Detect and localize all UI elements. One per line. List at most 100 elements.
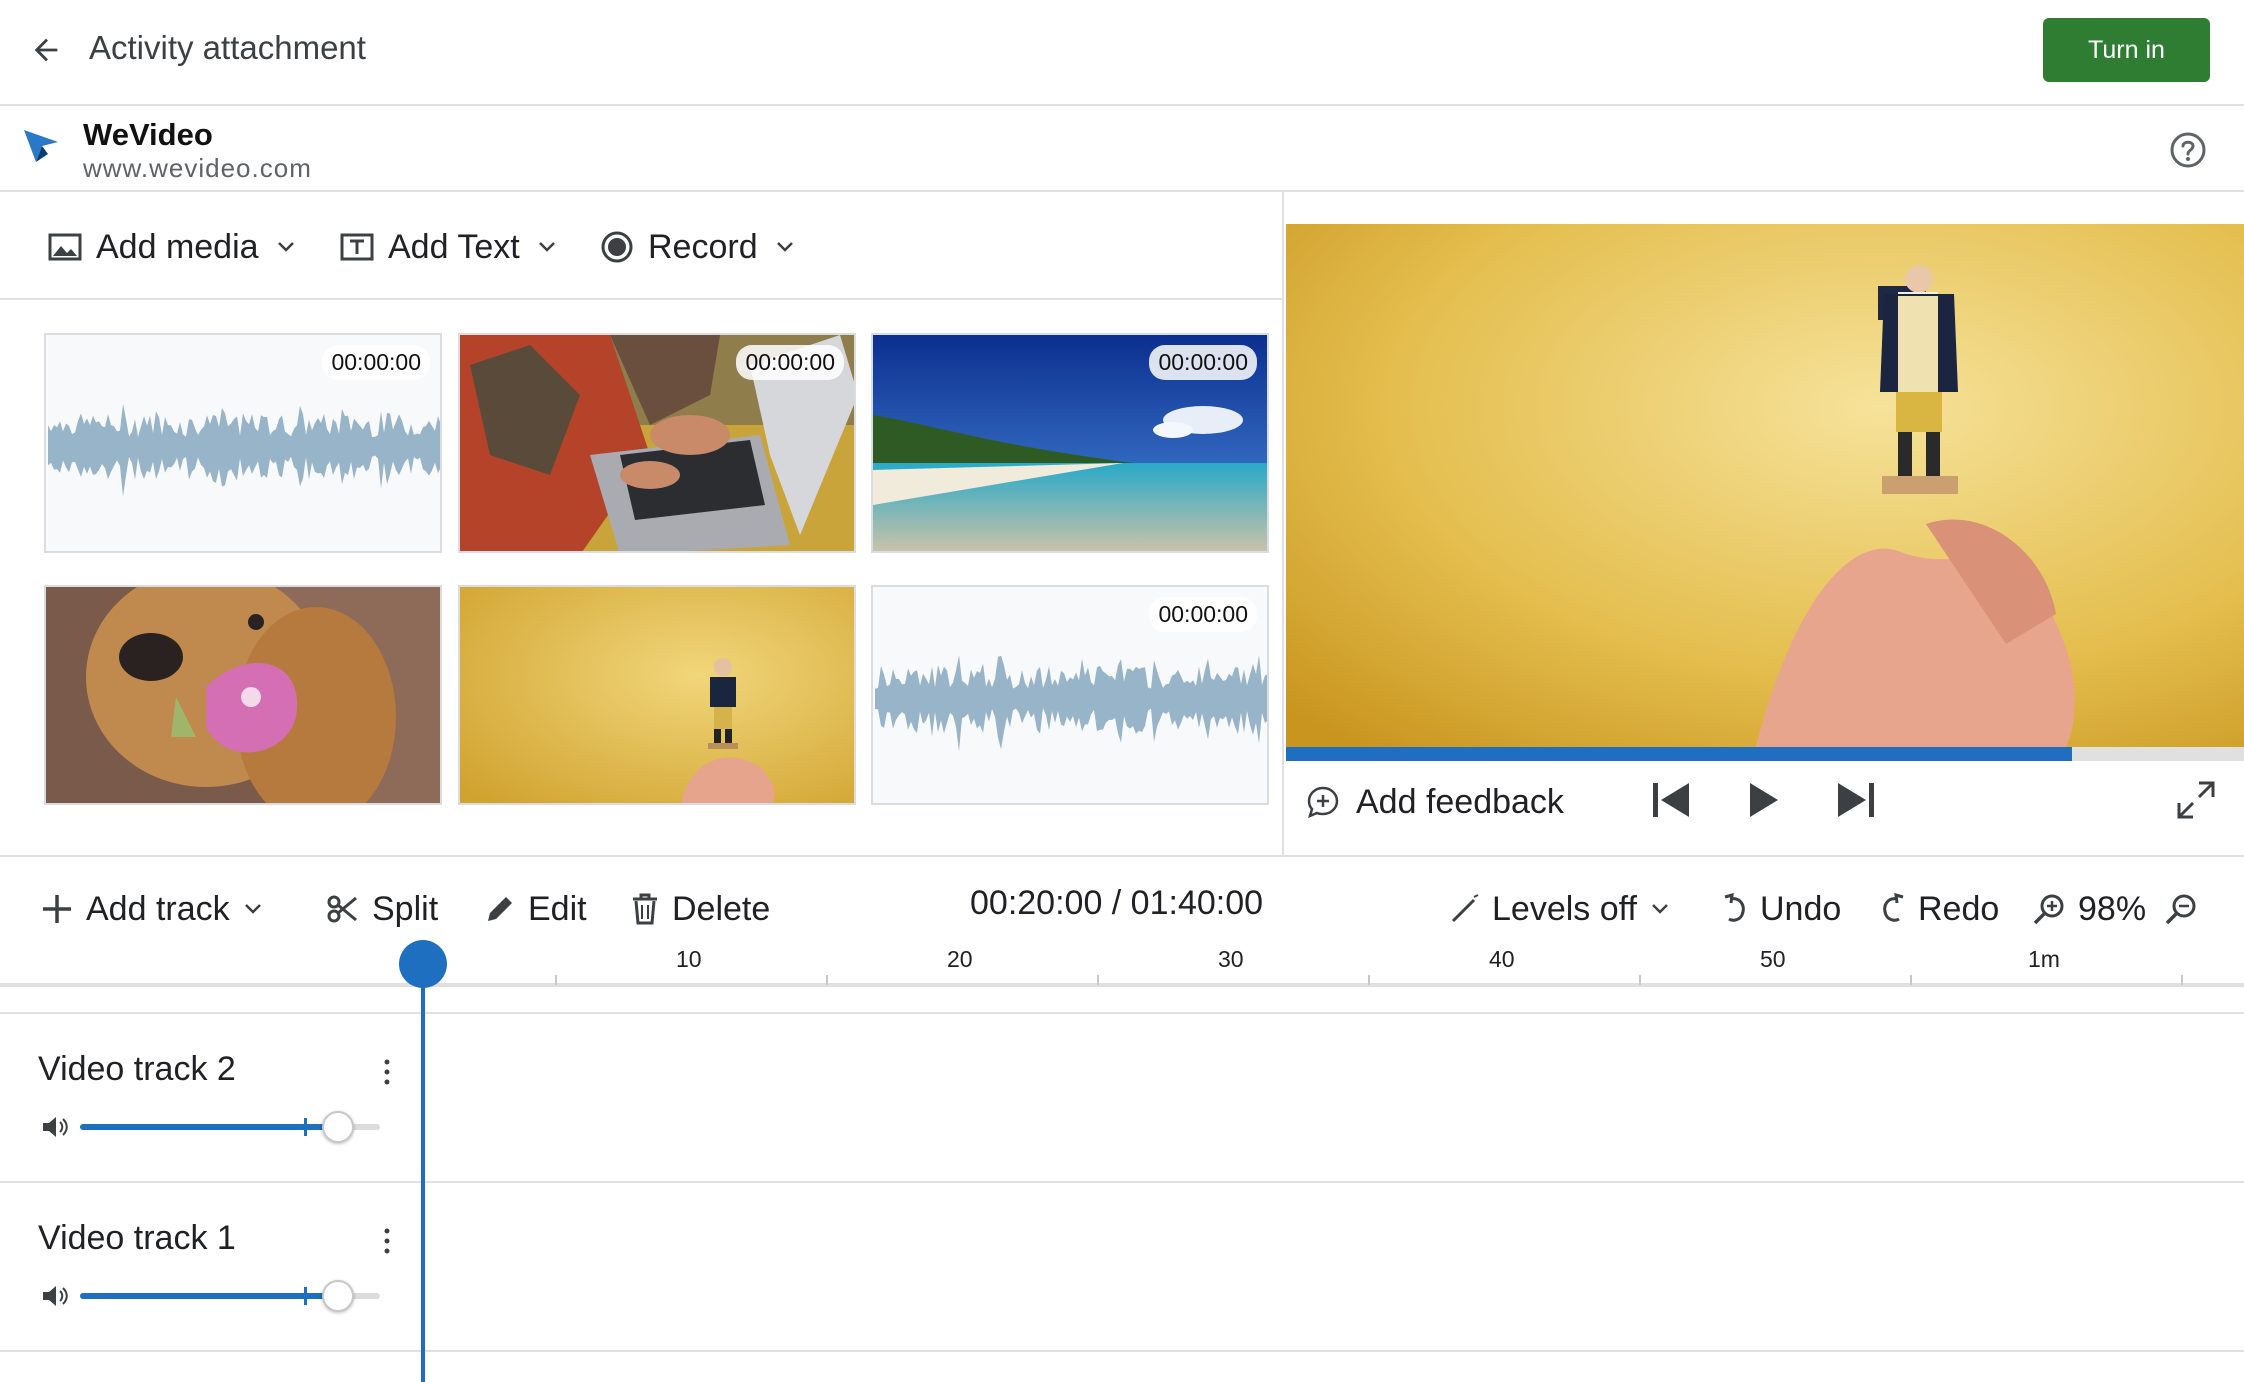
skip-forward-button[interactable]	[1832, 776, 1880, 824]
more-vert-icon[interactable]	[372, 1052, 402, 1092]
add-feedback-button[interactable]: Add feedback	[1306, 780, 1564, 824]
skip-back-button[interactable]	[1647, 776, 1695, 824]
playhead-line	[421, 962, 425, 1382]
app-bar	[0, 106, 2244, 192]
zoom-in-button[interactable]: 98%	[2032, 884, 2146, 934]
ruler-tick	[1910, 975, 1912, 985]
split-label: Split	[372, 889, 439, 928]
record-icon	[601, 231, 633, 263]
levels-label: Levels off	[1492, 889, 1637, 928]
add-text-button[interactable]: Add Text	[340, 222, 556, 272]
add-track-button[interactable]: Add track	[40, 884, 262, 934]
volume-slider-thumb[interactable]	[322, 1111, 354, 1143]
volume-slider-fill	[80, 1124, 338, 1130]
edit-button[interactable]: Edit	[484, 884, 587, 934]
fullscreen-icon	[2177, 781, 2215, 819]
volume-default-marker	[304, 1287, 307, 1305]
undo-label: Undo	[1760, 889, 1842, 928]
media-tile-image[interactable]	[44, 585, 442, 805]
scissors-icon	[327, 895, 357, 923]
plus-icon	[43, 895, 71, 923]
media-duration: 00:00:00	[1149, 597, 1257, 632]
volume-icon[interactable]	[40, 1281, 70, 1311]
wevideo-logo-icon	[24, 130, 58, 162]
add-media-button[interactable]: Add media	[48, 222, 295, 272]
waveform-shape	[48, 403, 440, 497]
trash-icon	[633, 893, 657, 925]
undo-button[interactable]: Undo	[1722, 884, 1841, 934]
skip-forward-icon	[1838, 783, 1874, 817]
waveform-shape	[875, 655, 1267, 752]
ruler-label: 50	[1760, 946, 1786, 972]
chevron-down-icon	[244, 904, 261, 914]
back-arrow-icon	[34, 38, 58, 62]
zoom-out-button[interactable]	[2164, 884, 2198, 934]
zoom-level: 98%	[2078, 889, 2147, 928]
more-vert-icon[interactable]	[372, 1221, 402, 1261]
preview-figurine-image	[1286, 224, 2244, 747]
zoom-out-icon	[2165, 894, 2196, 925]
add-feedback-label: Add feedback	[1356, 782, 1564, 821]
playhead-handle[interactable]	[399, 940, 447, 988]
preview-video[interactable]	[1286, 224, 2244, 747]
chevron-down-icon	[538, 242, 555, 252]
figurine-thumbnail	[460, 587, 854, 803]
app-url: www.wevideo.com	[83, 153, 312, 183]
ruler-tick	[1368, 975, 1370, 985]
redo-icon	[1883, 893, 1904, 922]
levels-button[interactable]: Levels off	[1450, 884, 1669, 934]
add-text-label: Add Text	[388, 227, 520, 266]
timeline-ruler[interactable]	[0, 935, 2244, 987]
record-label: Record	[648, 227, 758, 266]
ruler-tick	[555, 975, 557, 985]
page-title: Activity attachment	[89, 29, 366, 66]
video-track[interactable]	[0, 1012, 2244, 1182]
timecode: 00:20:00 / 01:40:00	[970, 884, 1264, 922]
ruler-label: 1m	[2028, 946, 2060, 972]
ruler-label: 20	[947, 946, 973, 972]
redo-label: Redo	[1918, 889, 2000, 928]
video-track[interactable]	[0, 1181, 2244, 1351]
media-duration: 00:00:00	[1149, 345, 1257, 380]
redo-button[interactable]: Redo	[1880, 884, 1999, 934]
track-name: Video track 2	[38, 1050, 236, 1088]
levels-icon	[1451, 894, 1479, 923]
ruler-tick	[2181, 975, 2183, 985]
play-button[interactable]	[1738, 776, 1786, 824]
chevron-down-icon	[776, 242, 793, 252]
play-icon	[1750, 783, 1778, 817]
chevron-down-icon	[1652, 904, 1668, 914]
wevideo-editor: Activity attachment Turn in WeVideo www.…	[0, 0, 2244, 1382]
dog-thumbnail	[46, 587, 440, 803]
back-button[interactable]	[24, 28, 68, 72]
media-tile-image[interactable]	[458, 585, 856, 805]
media-duration: 00:00:00	[736, 345, 844, 380]
app-name: WeVideo	[83, 117, 213, 152]
media-tile-audio[interactable]: 00:00:00	[871, 585, 1269, 805]
add-feedback-icon	[1307, 786, 1339, 819]
media-tile-video[interactable]: 00:00:00	[871, 333, 1269, 553]
ruler-tick	[1097, 975, 1099, 985]
record-button[interactable]: Record	[600, 222, 794, 272]
volume-slider-fill	[80, 1293, 338, 1299]
delete-label: Delete	[672, 889, 771, 928]
ruler-label: 40	[1489, 946, 1515, 972]
help-icon[interactable]	[2168, 130, 2208, 170]
turn-in-button[interactable]: Turn in	[2043, 18, 2210, 82]
delete-button[interactable]: Delete	[630, 884, 770, 934]
ruler-label: 10	[676, 946, 702, 972]
media-tile-video[interactable]: 00:00:00	[458, 333, 856, 553]
volume-slider-thumb[interactable]	[322, 1280, 354, 1312]
add-media-label: Add media	[96, 227, 259, 266]
split-button[interactable]: Split	[326, 884, 438, 934]
ruler-tick	[1639, 975, 1641, 985]
edit-label: Edit	[528, 889, 587, 928]
image-icon	[48, 233, 82, 261]
media-tile-audio[interactable]: 00:00:00	[44, 333, 442, 553]
volume-icon[interactable]	[40, 1112, 70, 1142]
fullscreen-button[interactable]	[2172, 776, 2220, 824]
preview-progress-fill	[1286, 747, 2072, 761]
track-divider	[0, 1350, 2244, 1352]
volume-default-marker	[304, 1118, 307, 1136]
pencil-icon	[488, 897, 512, 921]
